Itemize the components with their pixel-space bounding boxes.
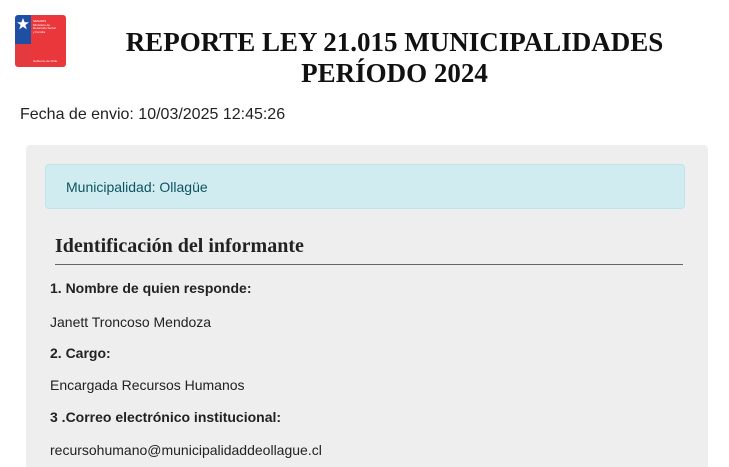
logo-agency-text: SENADIS Ministerio de Desarrollo Social … (33, 19, 56, 34)
gobierno-de-chile-senadis-logo: SENADIS Ministerio de Desarrollo Social … (15, 15, 66, 67)
question-answer: Encargada Recursos Humanos (50, 377, 245, 393)
section-title: Identificación del informante (55, 235, 304, 257)
submission-date: Fecha de envio: 10/03/2025 12:45:26 (20, 106, 286, 123)
question-label: 1. Nombre de quien responde: (50, 280, 252, 296)
report-title-line-1: REPORTE LEY 21.015 MUNICIPALIDADES (125, 27, 664, 57)
question-label: 3 .Correo electrónico institucional: (50, 409, 282, 425)
logo-red-field (15, 43, 31, 67)
municipality-alert: Municipalidad: Ollagüe (45, 164, 685, 209)
logo-text-line: y Familia (33, 29, 46, 34)
logo-government-text: Gobierno de Chile (33, 59, 58, 63)
report-title: REPORTE LEY 21.015 MUNICIPALIDADES PERÍO… (60, 27, 729, 89)
logo-blue-field (15, 15, 31, 44)
municipality-label: Municipalidad: Ollagüe (66, 178, 208, 195)
section-divider (55, 264, 683, 265)
question-answer: Janett Troncoso Mendoza (50, 314, 212, 330)
logo-flag-band (15, 15, 31, 67)
question-answer: recursohumano@municipalidaddeollague.cl (50, 442, 322, 458)
report-title-line-2: PERÍODO 2024 (301, 58, 488, 88)
report-panel: Municipalidad: Ollagüe Identificación de… (26, 145, 708, 467)
question-label: 2. Cargo: (50, 345, 111, 361)
star-icon (17, 18, 29, 30)
